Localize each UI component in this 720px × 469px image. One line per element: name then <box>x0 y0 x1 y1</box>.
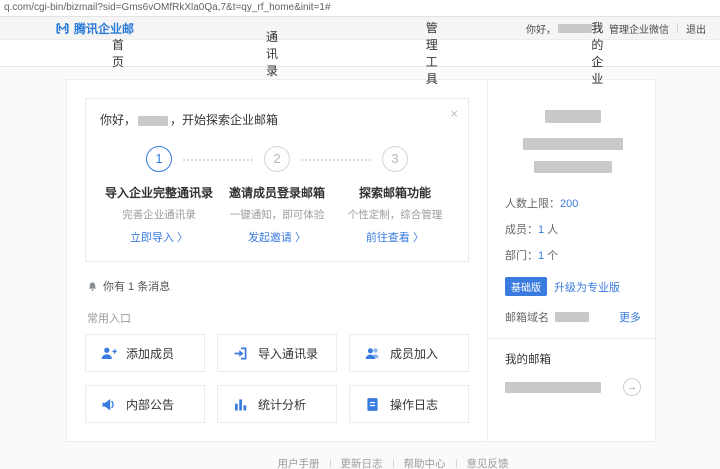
onboarding-steps: 1 导入企业完整通讯录 完善企业通讯录 立即导入 〉 2 邀请成员登录邮箱 一键… <box>100 146 454 245</box>
nav-home[interactable]: 首页 <box>112 36 124 70</box>
company-stats: 人数上限：200 成员：1 人 部门：1 个 <box>505 195 641 263</box>
onboarding-title-prefix: 你好， <box>100 113 137 127</box>
upgrade-link[interactable]: 升级为专业版 <box>554 279 620 295</box>
shortcuts-grid: 添加成员 导入通讯录 成员加入 内部公告 统计分析 操作日志 <box>85 334 469 423</box>
message-notice-text: 你有 1 条消息 <box>103 281 171 293</box>
member-join-tile[interactable]: 成员加入 <box>349 334 469 372</box>
step-desc: 个性定制，综合管理 <box>347 209 443 221</box>
stat-members: 成员：1 人 <box>505 221 641 237</box>
logout-link[interactable]: 退出 <box>686 21 706 36</box>
stat-suffix: 人 <box>544 224 559 236</box>
step-desc: 一键通知，即可体验 <box>229 209 325 221</box>
tile-label: 导入通讯录 <box>258 346 319 361</box>
step-explore-mailbox: 3 探索邮箱功能 个性定制，综合管理 前往查看 〉 <box>300 146 454 245</box>
my-mailbox-row: → <box>505 378 641 396</box>
step-number: 1 <box>145 146 172 172</box>
send-invite-link[interactable]: 发起邀请 〉 <box>218 229 336 245</box>
stat-label: 人数上限： <box>505 198 560 210</box>
onboarding-panel: 你好， ，开始探索企业邮箱 × 1 导入企业完整通讯录 完善企业通讯录 立即导入 … <box>85 98 469 262</box>
header-user-area: 你好， 管理企业微信 退出 <box>526 21 706 36</box>
divider <box>488 338 655 339</box>
dashboard-left: 你好， ，开始探索企业邮箱 × 1 导入企业完整通讯录 完善企业通讯录 立即导入 … <box>67 80 487 441</box>
open-mailbox-button[interactable]: → <box>623 378 641 396</box>
tile-label: 成员加入 <box>390 346 439 361</box>
step-desc: 完善企业通讯录 <box>122 209 196 221</box>
domain-label: 邮箱域名 <box>505 312 549 324</box>
domain-row: 邮箱域名 更多 <box>505 309 641 325</box>
onboarding-title-suffix: ，开始探索企业邮箱 <box>170 113 279 127</box>
operation-log-icon <box>364 396 381 413</box>
page-footer: 用户手册 更新日志 帮助中心 意见反馈 © 1998 - 2020 Tencen… <box>66 456 720 469</box>
redacted-company-line <box>534 161 612 173</box>
operation-log-tile[interactable]: 操作日志 <box>349 385 469 423</box>
plan-row: 基础版 升级为专业版 <box>505 277 641 296</box>
footer-links: 用户手册 更新日志 帮助中心 意见反馈 <box>66 456 720 469</box>
logo-text: 腾讯企业邮 <box>74 21 135 36</box>
step-number: 2 <box>263 146 290 172</box>
my-mailbox-title: 我的邮箱 <box>505 354 551 366</box>
redacted-username <box>558 23 592 33</box>
member-join-icon <box>364 345 381 362</box>
statistics-icon <box>232 396 249 413</box>
statistics-tile[interactable]: 统计分析 <box>217 385 337 423</box>
stat-suffix: 个 <box>544 250 559 262</box>
redacted-email-address <box>505 381 601 393</box>
stat-label: 部门： <box>505 250 538 262</box>
add-member-icon <box>100 345 117 362</box>
domain-more-link[interactable]: 更多 <box>619 309 641 325</box>
divider <box>677 23 678 33</box>
footer-help-center[interactable]: 帮助中心 <box>394 456 456 469</box>
add-member-tile[interactable]: 添加成员 <box>85 334 205 372</box>
import-contacts-icon <box>232 345 249 362</box>
nav-admin-tools[interactable]: 管理工具 <box>426 19 450 87</box>
plan-badge: 基础版 <box>505 277 547 296</box>
dashboard-card: 你好， ，开始探索企业邮箱 × 1 导入企业完整通讯录 完善企业通讯录 立即导入 … <box>66 79 656 442</box>
footer-user-manual[interactable]: 用户手册 <box>268 456 330 469</box>
tile-label: 添加成员 <box>126 346 175 361</box>
shortcuts-title: 常用入口 <box>87 313 131 325</box>
stat-label: 成员： <box>505 224 538 236</box>
step-title: 探索邮箱功能 <box>358 186 431 200</box>
tile-label: 操作日志 <box>390 397 439 412</box>
stat-departments: 部门：1 个 <box>505 247 641 263</box>
stat-member-limit: 人数上限：200 <box>505 195 641 211</box>
announcement-tile[interactable]: 内部公告 <box>85 385 205 423</box>
go-view-link[interactable]: 前往查看 〉 <box>336 229 454 245</box>
step-number: 3 <box>381 146 408 172</box>
main-area: 你好， ，开始探索企业邮箱 × 1 导入企业完整通讯录 完善企业通讯录 立即导入 … <box>0 67 720 469</box>
redacted-domain <box>555 312 589 322</box>
exmail-logo-icon <box>55 21 70 36</box>
import-now-link[interactable]: 立即导入 〉 <box>100 229 218 245</box>
company-identity <box>505 94 641 173</box>
greeting-text: 你好， <box>526 24 556 36</box>
manage-wecom-link[interactable]: 管理企业微信 <box>609 21 669 36</box>
redacted-company-logo <box>545 110 601 124</box>
stat-value: 200 <box>560 198 579 210</box>
company-panel: 人数上限：200 成员：1 人 部门：1 个 基础版 升级为专业版 邮箱域名 更… <box>487 80 655 441</box>
footer-changelog[interactable]: 更新日志 <box>331 456 393 469</box>
nav-my-company[interactable]: 我的企业 <box>591 19 615 87</box>
nav-contacts[interactable]: 通讯录 <box>266 28 284 79</box>
tile-label: 统计分析 <box>258 397 307 412</box>
tile-label: 内部公告 <box>126 397 175 412</box>
onboarding-title: 你好， ，开始探索企业邮箱 <box>100 111 454 128</box>
bell-icon <box>87 281 98 292</box>
import-contacts-tile[interactable]: 导入通讯录 <box>217 334 337 372</box>
redacted-company-name <box>523 138 623 150</box>
step-title: 邀请成员登录邮箱 <box>228 186 325 200</box>
close-icon[interactable]: × <box>450 107 458 120</box>
browser-address-bar[interactable]: q.com/cgi-bin/bizmail?sid=Gms6vOMfRkXla0… <box>0 0 720 17</box>
redacted-username <box>138 115 169 126</box>
announcement-icon <box>100 396 117 413</box>
main-nav: 首页 通讯录 管理工具 我的企业 <box>0 21 720 86</box>
footer-feedback[interactable]: 意见反馈 <box>457 456 519 469</box>
message-notice[interactable]: 你有 1 条消息 <box>87 278 467 294</box>
exmail-logo[interactable]: 腾讯企业邮 <box>55 20 134 37</box>
step-title: 导入企业完整通讯录 <box>104 186 213 200</box>
